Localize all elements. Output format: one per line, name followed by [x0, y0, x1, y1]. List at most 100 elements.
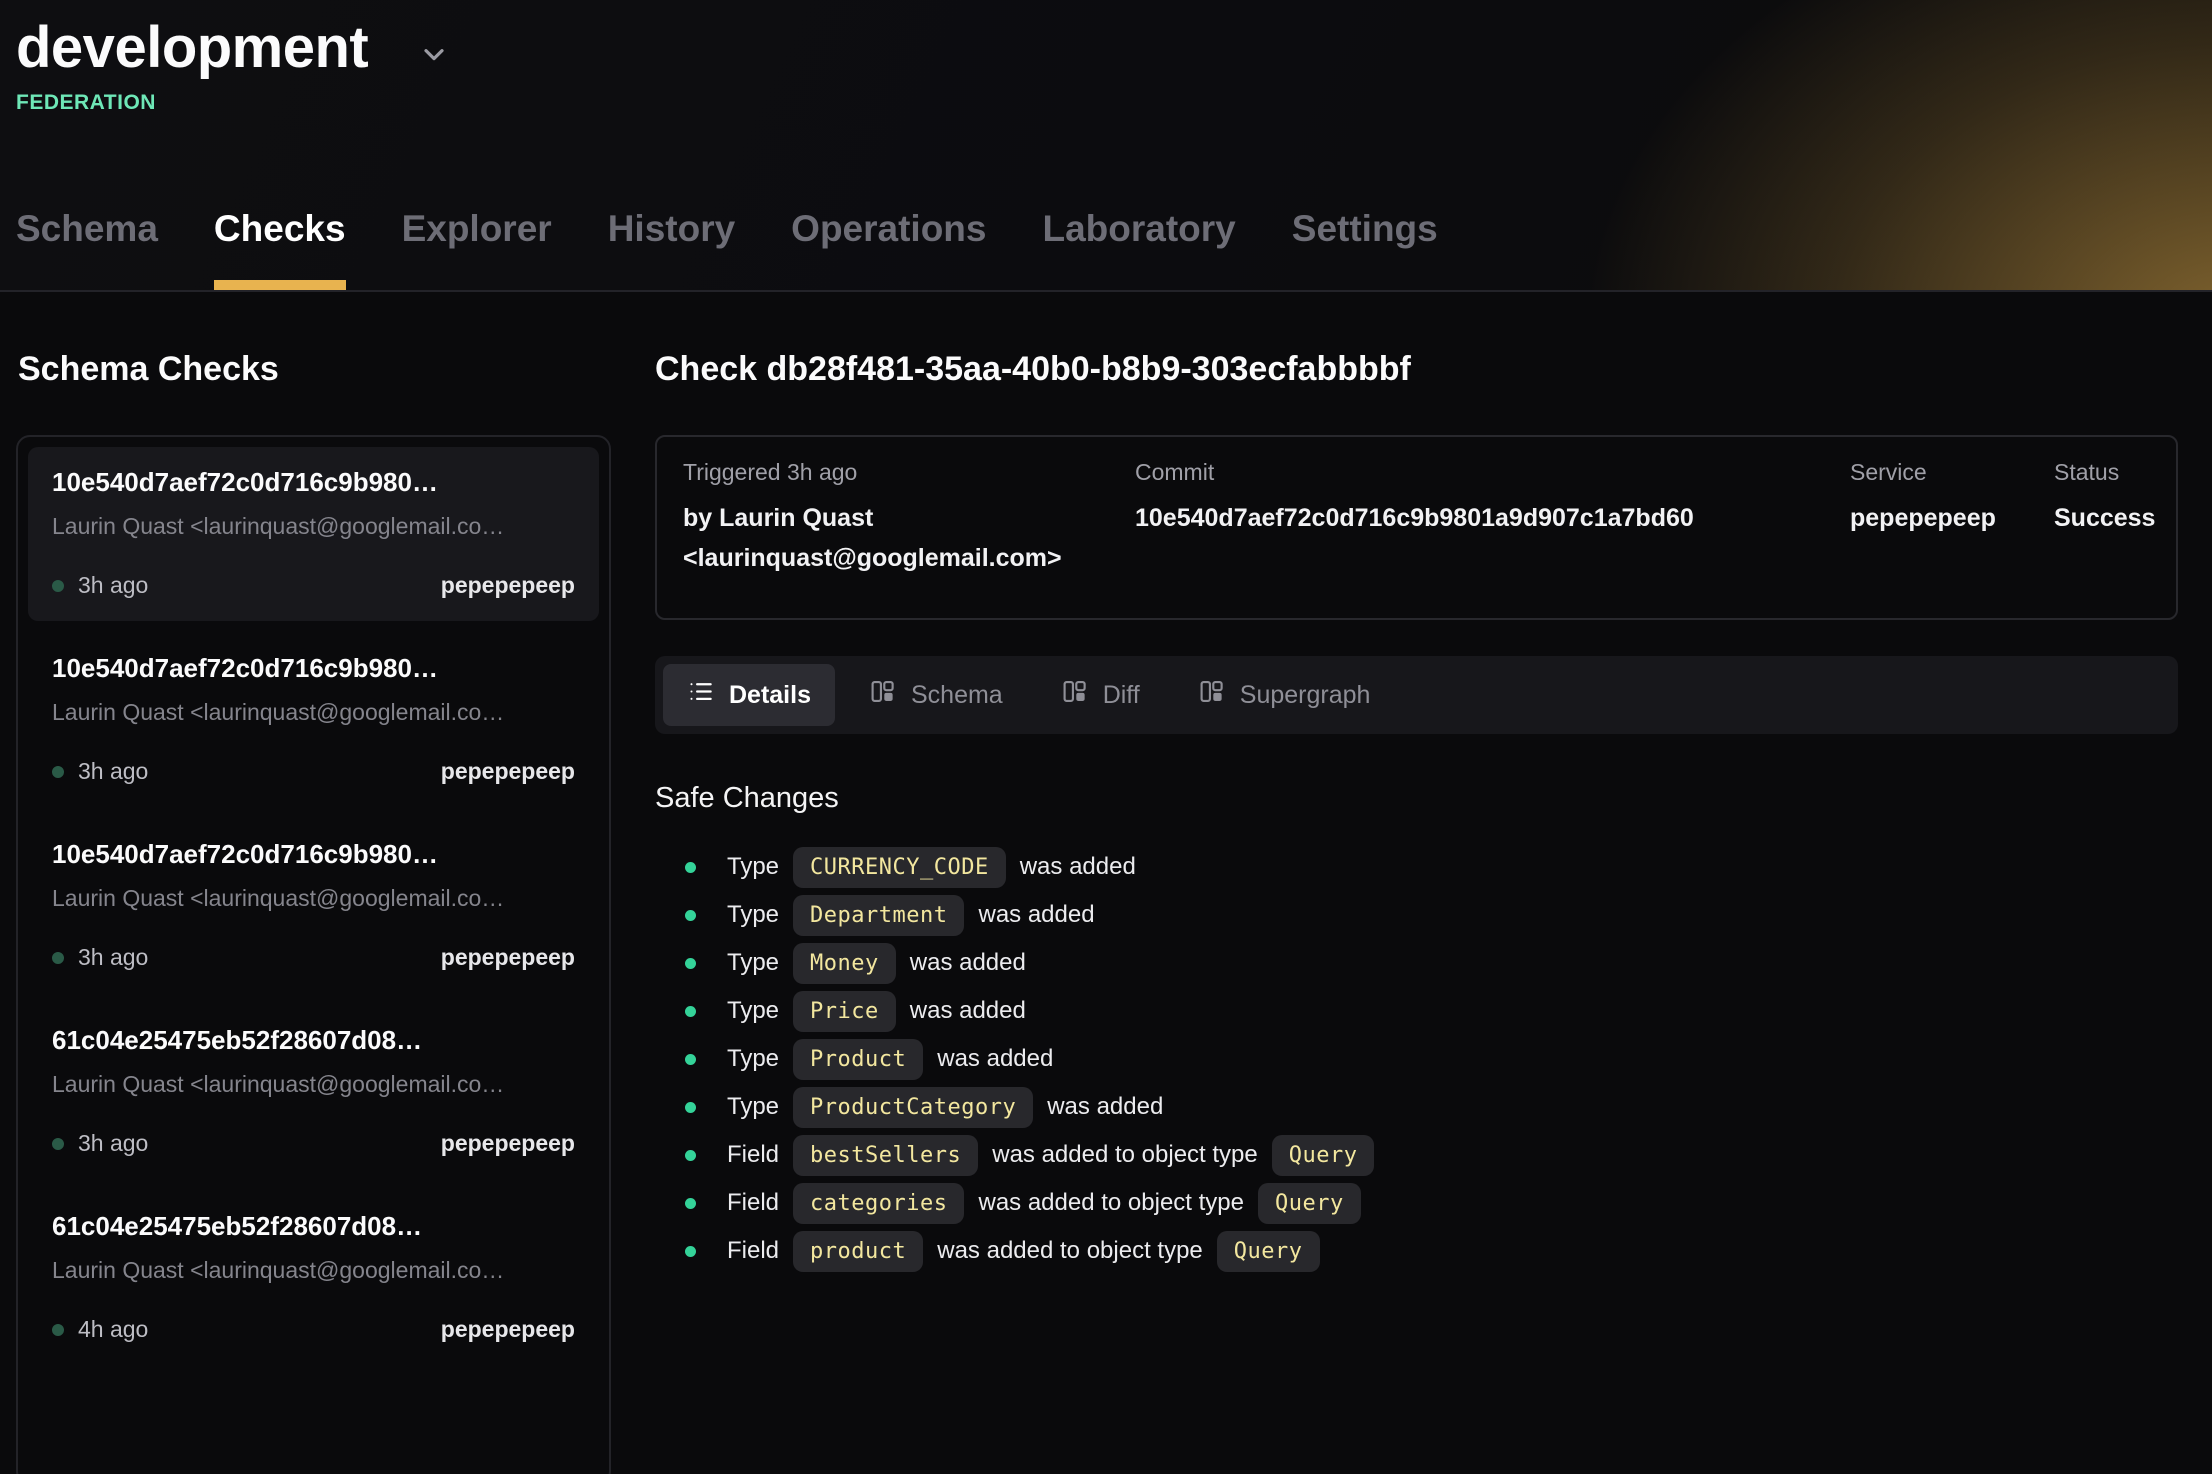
bullet-icon	[685, 910, 696, 921]
check-service: pepepepeep	[441, 758, 575, 785]
project-type-badge: FEDERATION	[16, 91, 2212, 115]
change-item: Type Money was added	[655, 939, 2178, 987]
check-list-item[interactable]: 10e540d7aef72c0d716c9b980… Laurin Quast …	[28, 819, 599, 993]
tab-details[interactable]: Details	[663, 664, 835, 726]
info-service: Service pepepepeep	[1850, 459, 2054, 578]
change-suffix: was added	[978, 901, 1094, 929]
tab-supergraph[interactable]: Supergraph	[1174, 664, 1395, 726]
check-list-item[interactable]: 10e540d7aef72c0d716c9b980… Laurin Quast …	[28, 633, 599, 807]
safe-changes-list: Type CURRENCY_CODE was added Type Depart…	[655, 843, 2178, 1275]
list-icon	[687, 678, 714, 712]
change-code-chip: Department	[793, 895, 964, 936]
change-prefix: Type	[727, 901, 779, 929]
bullet-icon	[685, 1246, 696, 1257]
change-prefix: Field	[727, 1189, 779, 1217]
change-prefix: Field	[727, 1237, 779, 1265]
project-selector[interactable]: development	[16, 14, 450, 81]
check-time: 4h ago	[78, 1316, 148, 1343]
columns-icon	[1198, 678, 1225, 712]
tab-diff-label: Diff	[1103, 681, 1140, 710]
status-dot-icon	[52, 580, 64, 592]
check-time: 3h ago	[78, 758, 148, 785]
change-suffix: was added	[910, 997, 1026, 1025]
status-dot-icon	[52, 766, 64, 778]
schema-checks-panel: Schema Checks 10e540d7aef72c0d716c9b980……	[16, 350, 611, 1472]
columns-icon	[1061, 678, 1088, 712]
check-id: 10e540d7aef72c0d716c9b980…	[52, 467, 575, 498]
change-item: Type Product was added	[655, 1035, 2178, 1083]
check-list-item[interactable]: 10e540d7aef72c0d716c9b980… Laurin Quast …	[28, 447, 599, 621]
change-prefix: Type	[727, 1093, 779, 1121]
bullet-icon	[685, 1198, 696, 1209]
info-status: Status Success	[2054, 459, 2155, 578]
change-prefix: Type	[727, 949, 779, 977]
change-code-chip: Query	[1258, 1183, 1361, 1224]
check-list-item[interactable]: 61c04e25475eb52f28607d08… Laurin Quast <…	[28, 1191, 599, 1365]
triggered-by: by Laurin Quast	[683, 498, 1135, 538]
check-id: 10e540d7aef72c0d716c9b980…	[52, 653, 575, 684]
change-item: Type Department was added	[655, 891, 2178, 939]
change-prefix: Type	[727, 853, 779, 881]
status-dot-icon	[52, 1138, 64, 1150]
main-content: Schema Checks 10e540d7aef72c0d716c9b980……	[0, 292, 2212, 1472]
info-commit: Commit 10e540d7aef72c0d716c9b9801a9d907c…	[1135, 459, 1850, 578]
change-item: Type CURRENCY_CODE was added	[655, 843, 2178, 891]
check-list-item[interactable]: 61c04e25475eb52f28607d08… Laurin Quast <…	[28, 1005, 599, 1179]
nav-tab-laboratory[interactable]: Laboratory	[1043, 208, 1236, 290]
project-name: development	[16, 14, 368, 81]
change-code-chip: Money	[793, 943, 896, 984]
check-time: 3h ago	[78, 1130, 148, 1157]
change-suffix: was added to object type	[978, 1189, 1244, 1217]
bullet-icon	[685, 862, 696, 873]
change-suffix: was added to object type	[937, 1237, 1203, 1265]
bullet-icon	[685, 958, 696, 969]
check-author: Laurin Quast <laurinquast@googlemail.co…	[52, 1257, 575, 1284]
change-code-chip: Query	[1217, 1231, 1320, 1272]
commit-label: Commit	[1135, 459, 1850, 486]
check-detail-panel: Check db28f481-35aa-40b0-b8b9-303ecfabbb…	[655, 350, 2178, 1472]
change-code-chip: CURRENCY_CODE	[793, 847, 1006, 888]
change-prefix: Type	[727, 1045, 779, 1073]
safe-changes-title: Safe Changes	[655, 782, 2178, 815]
tab-schema-label: Schema	[911, 681, 1003, 710]
nav-tab-schema[interactable]: Schema	[16, 208, 158, 290]
check-service: pepepepeep	[441, 572, 575, 599]
nav-tab-explorer[interactable]: Explorer	[402, 208, 552, 290]
nav-tab-operations[interactable]: Operations	[791, 208, 986, 290]
change-code-chip: product	[793, 1231, 923, 1272]
triggered-label: Triggered 3h ago	[683, 459, 1135, 486]
check-time: 3h ago	[78, 944, 148, 971]
status-label: Status	[2054, 459, 2155, 486]
change-item: Field bestSellers was added to object ty…	[655, 1131, 2178, 1179]
nav-tab-checks[interactable]: Checks	[214, 208, 346, 290]
service-value: pepepepeep	[1850, 498, 2054, 538]
check-service: pepepepeep	[441, 944, 575, 971]
status-dot-icon	[52, 1324, 64, 1336]
app-header: development FEDERATION Schema Checks Exp…	[0, 0, 2212, 292]
change-suffix: was added	[1020, 853, 1136, 881]
schema-checks-title: Schema Checks	[18, 350, 611, 389]
change-suffix: was added	[910, 949, 1026, 977]
tab-details-label: Details	[729, 681, 811, 710]
check-detail-title: Check db28f481-35aa-40b0-b8b9-303ecfabbb…	[655, 350, 2178, 389]
check-service: pepepepeep	[441, 1316, 575, 1343]
change-code-chip: ProductCategory	[793, 1087, 1033, 1128]
service-label: Service	[1850, 459, 2054, 486]
tab-diff[interactable]: Diff	[1037, 664, 1164, 726]
change-suffix: was added to object type	[992, 1141, 1258, 1169]
tab-schema[interactable]: Schema	[845, 664, 1027, 726]
nav-tab-history[interactable]: History	[608, 208, 735, 290]
change-suffix: was added	[1047, 1093, 1163, 1121]
triggered-email: <laurinquast@googlemail.com>	[683, 538, 1135, 578]
check-author: Laurin Quast <laurinquast@googlemail.co…	[52, 885, 575, 912]
check-id: 61c04e25475eb52f28607d08…	[52, 1211, 575, 1242]
check-info-box: Triggered 3h ago by Laurin Quast <laurin…	[655, 435, 2178, 620]
nav-tab-settings[interactable]: Settings	[1292, 208, 1438, 290]
change-item: Type Price was added	[655, 987, 2178, 1035]
main-nav: Schema Checks Explorer History Operation…	[16, 208, 1438, 290]
change-item: Field product was added to object type Q…	[655, 1227, 2178, 1275]
bullet-icon	[685, 1054, 696, 1065]
check-id: 10e540d7aef72c0d716c9b980…	[52, 839, 575, 870]
check-author: Laurin Quast <laurinquast@googlemail.co…	[52, 513, 575, 540]
change-code-chip: categories	[793, 1183, 964, 1224]
